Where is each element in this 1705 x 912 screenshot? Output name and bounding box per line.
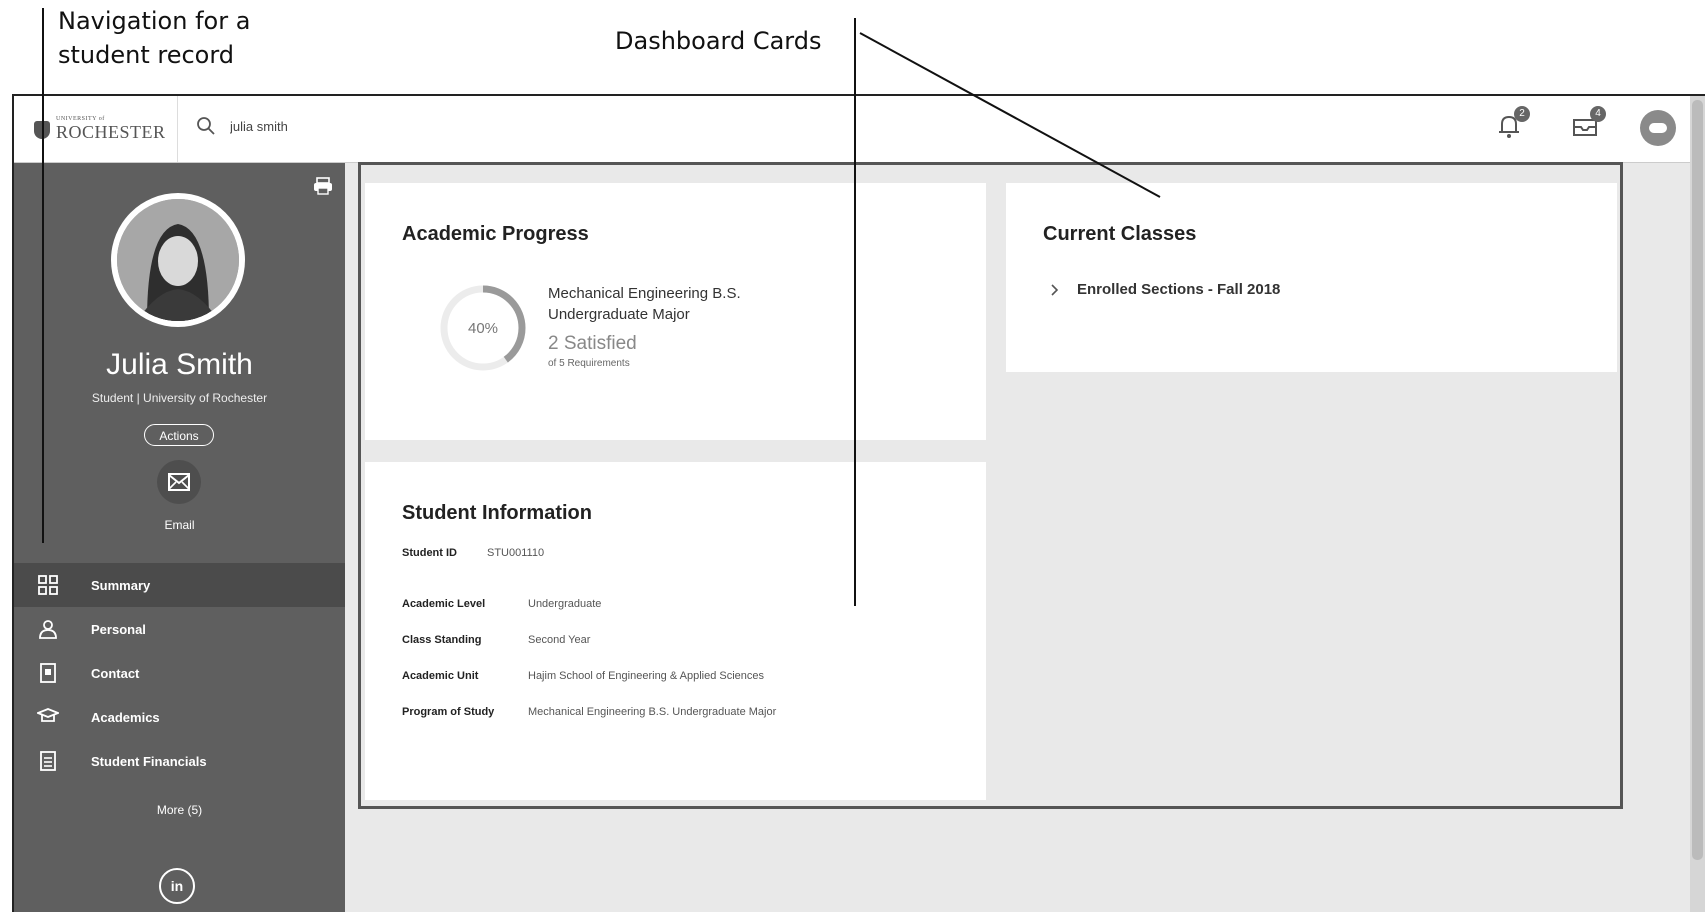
notification-count-badge: 2 (1514, 106, 1530, 122)
program-name: Mechanical Engineering B.S. Undergraduat… (548, 283, 741, 325)
search-input[interactable] (228, 117, 432, 135)
nav-item-contact[interactable]: Contact (14, 651, 345, 695)
card-title: Academic Progress (402, 223, 589, 245)
nav-item-summary[interactable]: Summary (14, 563, 345, 607)
info-row: Academic Unit Hajim School of Engineerin… (402, 670, 764, 682)
inbox-count-badge: 4 (1590, 106, 1606, 122)
more-link[interactable]: More (5) (14, 803, 345, 817)
summary-grid-icon (37, 574, 59, 596)
student-record-sidebar: Julia Smith Student | University of Roch… (14, 163, 345, 912)
field-value: Mechanical Engineering B.S. Undergraduat… (528, 706, 777, 718)
requirements-total: of 5 Requirements (548, 358, 630, 369)
avatar[interactable] (111, 193, 245, 327)
enrolled-sections-link[interactable]: Enrolled Sections - Fall 2018 (1051, 281, 1280, 298)
contact-book-icon (37, 662, 59, 684)
actions-button[interactable]: Actions (144, 424, 214, 446)
field-value: Undergraduate (528, 598, 602, 610)
satisfied-count: 2 Satisfied (548, 333, 637, 354)
nav-item-personal[interactable]: Personal (14, 607, 345, 651)
nav-label: Academics (91, 709, 160, 725)
info-row: Academic Level Undergraduate (402, 598, 601, 610)
nav-item-student-financials[interactable]: Student Financials (14, 739, 345, 783)
record-navigation: Summary Personal Contact Academics Stude… (14, 563, 345, 783)
divider (177, 96, 178, 162)
field-label: Academic Unit (402, 670, 479, 682)
student-name: Julia Smith (106, 348, 253, 381)
program-line1: Mechanical Engineering B.S. (548, 285, 741, 302)
linkedin-icon[interactable]: in (159, 868, 195, 904)
field-value: Second Year (528, 634, 591, 646)
nav-label: Summary (91, 577, 151, 593)
scrollbar[interactable] (1690, 96, 1705, 912)
card-title: Student Information (402, 502, 592, 524)
shield-icon (34, 120, 50, 139)
scrollbar-thumb[interactable] (1692, 100, 1703, 860)
avatar-photo (117, 199, 239, 321)
annotation-dashboard-cards: Dashboard Cards (615, 27, 822, 55)
person-icon (37, 618, 59, 640)
nav-label: Personal (91, 621, 146, 637)
search-bar (196, 116, 432, 136)
student-information-card: Student Information Student ID STU001110… (365, 462, 986, 800)
nav-item-academics[interactable]: Academics (14, 695, 345, 739)
info-row: Class Standing Second Year (402, 634, 590, 646)
inbox-button[interactable]: 4 (1570, 106, 1606, 144)
enrolled-sections-label: Enrolled Sections - Fall 2018 (1077, 281, 1281, 298)
progress-percent: 40% (467, 319, 499, 337)
student-subtitle: Student | University of Rochester (91, 391, 268, 405)
email-label: Email (164, 518, 195, 532)
graduation-cap-icon (37, 706, 59, 728)
annotation-navigation: Navigation for a student record (58, 7, 251, 69)
document-icon (37, 750, 59, 772)
student-id-row: Student ID STU001110 (402, 547, 544, 559)
field-label: Academic Level (402, 598, 486, 610)
search-icon[interactable] (196, 116, 216, 136)
current-classes-card: Current Classes Enrolled Sections - Fall… (1006, 183, 1617, 372)
field-label: Program of Study (402, 706, 495, 718)
nav-label: Contact (91, 665, 140, 681)
card-title: Current Classes (1043, 223, 1197, 245)
program-line2: Undergraduate Major (548, 306, 690, 323)
nav-label: Student Financials (91, 753, 207, 769)
envelope-icon (168, 473, 190, 491)
profile-cloud-icon[interactable] (1640, 110, 1676, 146)
academic-progress-card: Academic Progress 40% Mechanical Enginee… (365, 183, 986, 440)
field-value: Hajim School of Engineering & Applied Sc… (528, 670, 765, 682)
dashboard-cards-area: Academic Progress 40% Mechanical Enginee… (358, 162, 1623, 809)
university-logo[interactable]: UNIVERSITY of ROCHESTER (34, 116, 166, 143)
field-label: Student ID (402, 547, 457, 559)
info-row: Program of Study Mechanical Engineering … (402, 706, 776, 718)
chevron-right-icon (1051, 283, 1059, 296)
logo-text: ROCHESTER (56, 122, 166, 142)
field-label: Class Standing (402, 634, 482, 646)
top-bar: UNIVERSITY of ROCHESTER (14, 96, 1705, 163)
print-icon[interactable] (313, 177, 333, 195)
email-button[interactable] (157, 460, 201, 504)
field-value: STU001110 (487, 547, 545, 559)
notifications-button[interactable]: 2 (1494, 106, 1530, 144)
